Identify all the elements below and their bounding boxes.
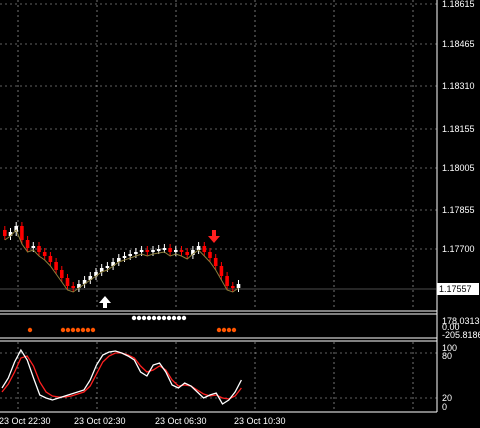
signal-dot (156, 315, 162, 321)
signal-dot (60, 327, 66, 333)
signal-dot (181, 315, 187, 321)
moving-average-line (4, 229, 239, 293)
candle-body (20, 226, 24, 240)
price-scale-label: 1.18005 (442, 163, 475, 173)
price-scale-label: 1.18615 (442, 0, 475, 9)
indicator1-min-label: -205.8186 (442, 330, 480, 340)
price-scale-label: 1.17855 (442, 205, 475, 215)
price-scale-label: 1.18310 (442, 81, 475, 91)
candle-body (156, 249, 161, 251)
up-arrow-icon (99, 296, 111, 308)
signal-dot (151, 315, 157, 321)
candle-body (105, 266, 110, 268)
candle-body (208, 252, 212, 258)
signal-dot (231, 327, 237, 333)
time-axis-label: 23 Oct 02:30 (74, 416, 126, 426)
signal-dot (226, 327, 232, 333)
signal-dot (146, 315, 152, 321)
candle-body (60, 270, 64, 278)
candle-body (71, 286, 75, 288)
time-axis-label: 23 Oct 22:30 (0, 416, 51, 426)
last-price-label: 1.17557 (437, 283, 479, 295)
time-axis-label: 23 Oct 06:30 (155, 416, 207, 426)
candle-body (65, 278, 70, 286)
signal-dot (166, 315, 172, 321)
candle-body (168, 248, 172, 252)
signal-dot (65, 327, 71, 333)
price-scale-label: 1.17700 (442, 244, 475, 254)
candle-body (37, 246, 41, 252)
signal-dot (75, 327, 81, 333)
signal-dot (27, 327, 33, 333)
signal-dot (131, 315, 137, 321)
trading-chart[interactable]: 1.18615 1.18465 1.18310 1.18155 1.18005 … (0, 0, 480, 428)
price-scale-label: 1.18155 (442, 124, 475, 134)
candle-body (134, 252, 138, 254)
down-arrow-icon (208, 230, 220, 243)
candle-body (162, 248, 167, 250)
indicator2-level-label: 80 (442, 351, 453, 361)
chart-canvas[interactable] (0, 0, 480, 428)
candle-body (179, 250, 184, 252)
candle-body (151, 250, 155, 252)
signal-dot (141, 315, 147, 321)
time-axis-label: 23 Oct 10:30 (234, 416, 286, 426)
candle-body (225, 276, 229, 286)
signal-dot (161, 315, 167, 321)
candle-body (128, 254, 132, 256)
signal-dot (136, 315, 142, 321)
candle-body (48, 256, 53, 262)
candle-body (42, 252, 47, 256)
signal-dot (171, 315, 177, 321)
candle-body (213, 258, 218, 266)
signal-dot (85, 327, 91, 333)
indicator2-level-label: 0 (442, 402, 448, 412)
signal-dot (80, 327, 86, 333)
signal-dot (90, 327, 96, 333)
candle-body (219, 266, 224, 276)
signal-dot (70, 327, 76, 333)
candle-body (25, 240, 30, 248)
candle-body (202, 246, 207, 252)
candle-body (236, 284, 241, 288)
signal-dot (176, 315, 182, 321)
signal-dot (221, 327, 227, 333)
price-scale-label: 1.18465 (442, 39, 475, 49)
candle-body (54, 262, 58, 270)
candle-body (174, 250, 178, 252)
signal-dot (216, 327, 222, 333)
candle-body (31, 246, 36, 248)
candle-body (231, 286, 235, 288)
candle-body (145, 250, 150, 252)
stochastic-signal-line (1, 352, 242, 400)
candle-body (139, 250, 144, 252)
candle-body (122, 256, 127, 258)
candle-body (185, 252, 189, 255)
candle-body (3, 230, 7, 236)
